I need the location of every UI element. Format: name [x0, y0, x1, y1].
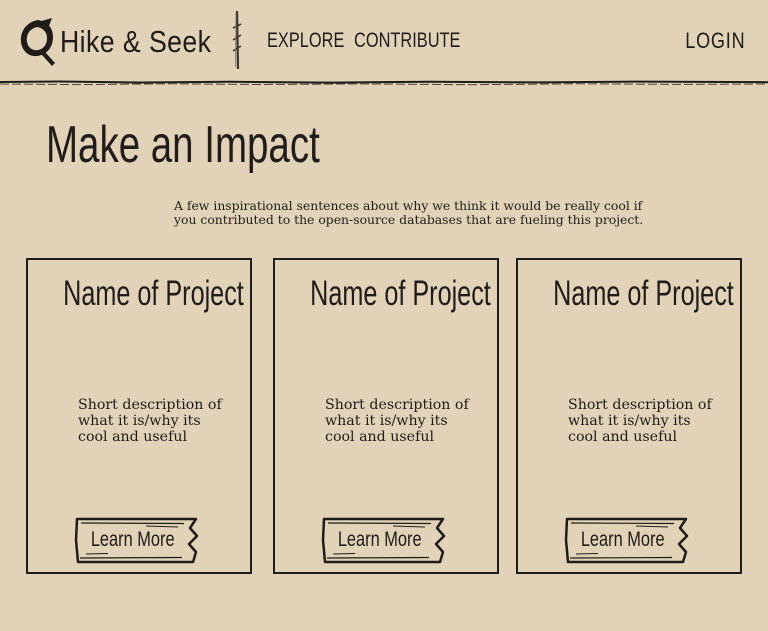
card-title: Name of Project — [28, 276, 250, 311]
card-title-text: Name of Project — [63, 274, 244, 313]
card-description: Short description of what it is/why its … — [568, 397, 712, 445]
leaf-magnifier-icon — [20, 18, 55, 66]
project-card: Name of Project Short description of wha… — [516, 258, 742, 574]
stick-divider-icon — [232, 10, 242, 70]
learn-more-label: Learn More — [564, 529, 682, 550]
card-title: Name of Project — [518, 276, 740, 311]
project-card: Name of Project Short description of wha… — [273, 258, 499, 574]
learn-more-label-text: Learn More — [338, 528, 422, 551]
card-description: Short description of what it is/why its … — [325, 397, 469, 445]
learn-more-label: Learn More — [74, 529, 192, 550]
learn-more-button[interactable]: Learn More — [321, 516, 447, 566]
header-divider-rule — [0, 80, 768, 86]
project-card: Name of Project Short description of wha… — [26, 258, 252, 574]
learn-more-label-text: Learn More — [91, 528, 175, 551]
card-title-text: Name of Project — [553, 274, 734, 313]
learn-more-label: Learn More — [321, 529, 439, 550]
card-title: Name of Project — [275, 276, 497, 311]
login-link[interactable]: LOGIN — [685, 30, 745, 52]
learn-more-button[interactable]: Learn More — [74, 516, 200, 566]
nav-contribute-link[interactable]: CONTRIBUTE — [354, 30, 460, 51]
site-header: Hike & Seek EXPLORE CONTRIBUTE LOGIN — [0, 0, 768, 86]
card-description: Short description of what it is/why its … — [78, 397, 222, 445]
brand-logo-link[interactable]: Hike & Seek — [16, 14, 236, 68]
main-nav: EXPLORE CONTRIBUTE — [267, 30, 474, 51]
page-title: Make an Impact — [46, 116, 320, 174]
intro-text: A few inspirational sentences about why … — [174, 198, 644, 227]
brand-name: Hike & Seek — [60, 23, 212, 59]
learn-more-button[interactable]: Learn More — [564, 516, 690, 566]
learn-more-label-text: Learn More — [581, 528, 665, 551]
card-title-text: Name of Project — [310, 274, 491, 313]
nav-explore-link[interactable]: EXPLORE — [267, 30, 344, 51]
